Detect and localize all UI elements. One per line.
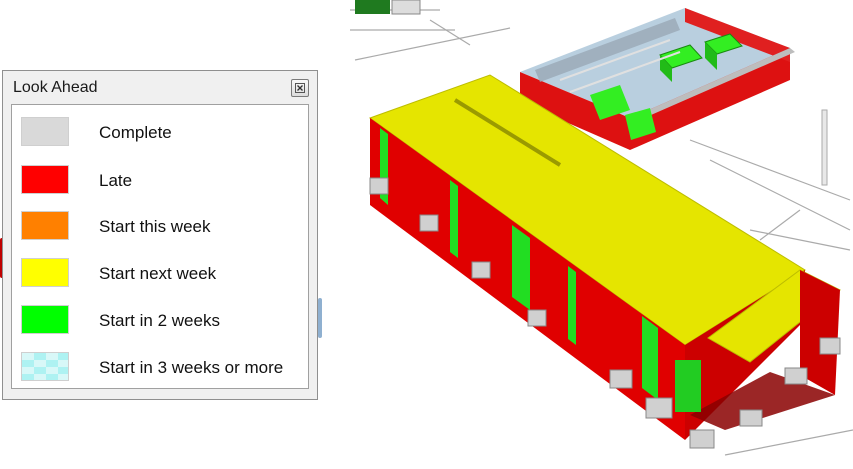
panel-title: Look Ahead — [13, 79, 98, 96]
look-ahead-panel: Look Ahead Complete Late Start this week… — [2, 70, 318, 400]
legend-label: Start in 2 weeks — [99, 311, 220, 330]
legend-label: Start in 3 weeks or more — [99, 358, 284, 377]
legend-label: Late — [99, 171, 133, 190]
legend-item-start-in-2-weeks: Start in 2 weeks — [12, 299, 308, 339]
legend-swatch — [21, 117, 69, 146]
legend-list: Complete Late Start this week Start next… — [11, 104, 309, 389]
corner-object-frame — [391, 0, 421, 15]
legend-swatch — [21, 211, 69, 240]
edge-mark-blue — [318, 298, 322, 338]
legend-swatch — [21, 258, 69, 287]
legend-swatch — [21, 305, 69, 334]
legend-swatch — [21, 165, 69, 194]
close-button[interactable] — [291, 79, 309, 97]
model-3d-view[interactable] — [330, 0, 853, 469]
legend-item-start-next-week: Start next week — [12, 252, 308, 292]
legend-item-late: Late — [12, 159, 308, 199]
legend-item-start-this-week: Start this week — [12, 205, 308, 245]
legend-label: Start this week — [99, 217, 211, 236]
legend-swatch — [21, 352, 69, 381]
legend-label: Complete — [99, 123, 172, 142]
legend-label: Start next week — [99, 264, 217, 283]
legend-item-complete: Complete — [12, 111, 308, 151]
legend-item-start-in-3-weeks: Start in 3 weeks or more — [12, 346, 308, 386]
corner-object — [355, 0, 390, 14]
close-icon — [295, 83, 305, 93]
pole — [821, 109, 828, 186]
